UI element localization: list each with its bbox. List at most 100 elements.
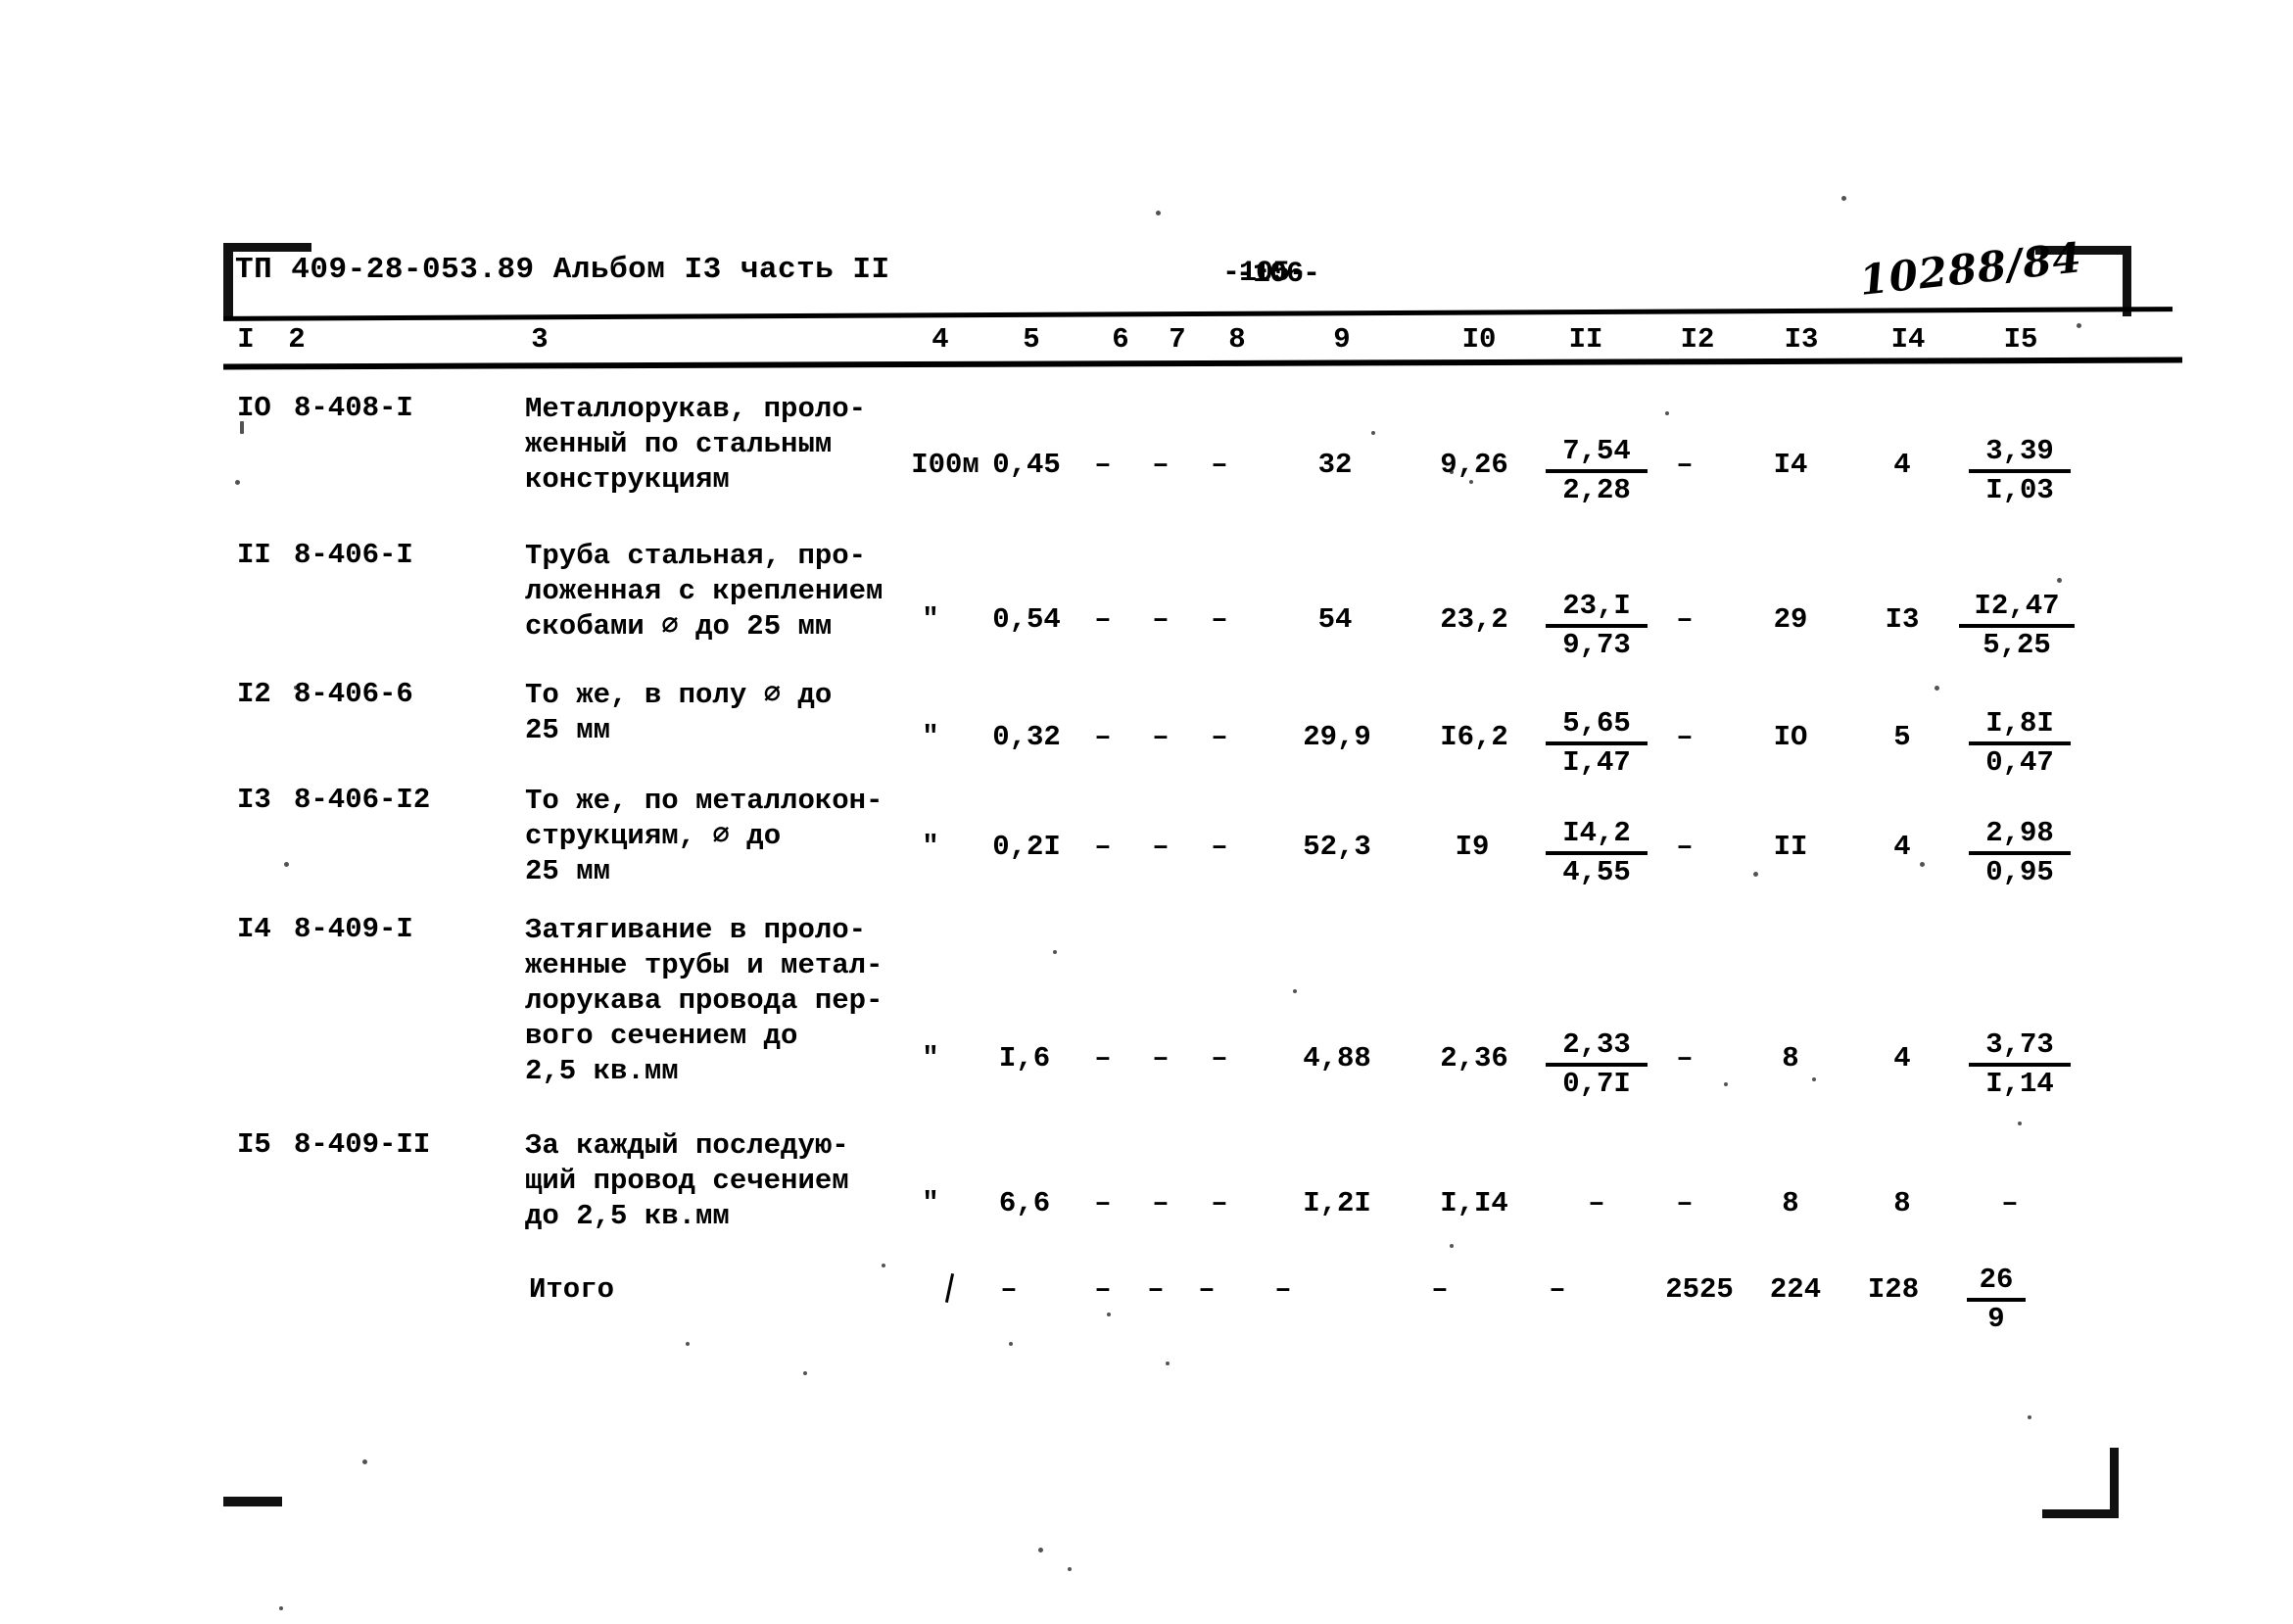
scan-speckle [1935, 686, 1939, 691]
total-col11: – [1549, 1273, 1566, 1306]
total-col12: 2525 [1665, 1273, 1734, 1306]
scan-speckle [1450, 470, 1454, 474]
frame-bracket-top-right-vertical [2123, 246, 2131, 316]
scan-speckle [686, 1342, 690, 1346]
row-col6: – [1094, 831, 1112, 863]
scan-speckle [1665, 411, 1669, 415]
row-col6: – [1094, 603, 1112, 636]
column-header-2: 2 [288, 323, 306, 356]
row-col11: – [1588, 1187, 1605, 1219]
row-col8: – [1211, 831, 1228, 863]
row-col8: – [1211, 1187, 1228, 1219]
row-col13: 8 [1782, 1042, 1799, 1075]
row-col15-top: I2,47 [1974, 590, 2060, 622]
row-col5: 0,2I [992, 831, 1061, 863]
row-col13: 29 [1773, 603, 1808, 636]
scan-speckle [1068, 1567, 1072, 1571]
row-col15-bottom: I,14 [1985, 1068, 2054, 1100]
row-col15-top: 3,73 [1985, 1028, 2054, 1061]
row-item-number: I2 [237, 678, 271, 710]
row-col9: 52,3 [1303, 831, 1371, 863]
row-norm-code: 8-409-I [294, 913, 413, 945]
row-col11-bottom: 2,28 [1562, 474, 1631, 506]
handwritten-archive-stamp: 10288/84 [1857, 233, 2084, 305]
frame-bracket-bottom-right-horizontal [2042, 1509, 2119, 1518]
row-col5: 6,6 [998, 1187, 1051, 1219]
row-col11-fraction: 23,I 9,73 [1546, 590, 1648, 662]
stray-pen-mark [944, 1273, 955, 1303]
fraction-bar [1546, 1063, 1648, 1067]
row-col15-fraction: 3,73 I,14 [1969, 1028, 2071, 1101]
scan-speckle [294, 686, 298, 690]
row-col10: I9 [1455, 831, 1490, 863]
row-col14: 4 [1893, 449, 1911, 481]
scan-speckle [235, 480, 240, 485]
row-unit: I00м [911, 449, 979, 481]
row-norm-code: 8-406-I [294, 539, 413, 571]
row-col11-top: 2,33 [1562, 1028, 1631, 1061]
row-col11-fraction: 7,54 2,28 [1546, 435, 1648, 507]
row-col15-fraction: 2,98 0,95 [1969, 817, 2071, 889]
row-col8: – [1211, 603, 1228, 636]
row-col12: – [1676, 1042, 1694, 1075]
fraction-bar [1969, 1063, 2071, 1067]
fraction-bar [1967, 1298, 2026, 1302]
total-col6: – [1094, 1273, 1112, 1306]
scan-speckle [1724, 1082, 1728, 1086]
row-col15-top: I,8I [1985, 707, 2054, 740]
row-col7: – [1152, 603, 1170, 636]
scan-speckle [1107, 1313, 1111, 1316]
scan-speckle [1053, 950, 1057, 954]
row-description: За каждый последую- щий провод сечением … [525, 1129, 849, 1232]
column-header-3: 3 [531, 323, 549, 356]
row-col13: I4 [1773, 449, 1808, 481]
scan-speckle [1166, 1361, 1170, 1365]
column-header-13: I3 [1784, 323, 1819, 356]
column-header-8: 8 [1228, 323, 1246, 356]
scan-speckle [803, 1371, 807, 1375]
scan-speckle [279, 1606, 283, 1610]
row-description: Затягивание в проло- женные трубы и мета… [525, 914, 884, 1087]
row-col11-bottom: 0,7I [1562, 1068, 1631, 1100]
row-item-number: I4 [237, 913, 271, 945]
scan-speckle [362, 1459, 367, 1464]
row-col11-fraction: I4,2 4,55 [1546, 817, 1648, 889]
row-col15-top: 3,39 [1985, 435, 2054, 467]
total-col15-bottom: 9 [1987, 1303, 2005, 1335]
row-col5: 0,32 [992, 721, 1061, 753]
row-col14: 4 [1893, 831, 1911, 863]
scan-speckle [1293, 989, 1297, 993]
fraction-bar [1969, 741, 2071, 745]
fraction-bar [1546, 741, 1648, 745]
scan-speckle [2077, 323, 2081, 328]
row-description: То же, по металлокон- струкциям, ⌀ до 25… [525, 785, 884, 887]
row-col10: 2,36 [1440, 1042, 1508, 1075]
frame-bracket-bottom-left-dash [223, 1497, 282, 1506]
row-unit: " [922, 831, 939, 863]
row-col15-fraction: 3,39 I,03 [1969, 435, 2071, 507]
frame-bracket-bottom-right-vertical [2110, 1448, 2119, 1518]
scanned-document-page: ТП 409-28-053.89 Альбом I3 часть II -105… [0, 0, 2293, 1624]
column-header-12: I2 [1680, 323, 1715, 356]
row-col15: – [2001, 1187, 2019, 1219]
row-col5: 0,54 [992, 603, 1061, 636]
row-col9: 32 [1317, 449, 1353, 481]
row-col5: 0,45 [992, 449, 1061, 481]
row-col14: 4 [1893, 1042, 1911, 1075]
row-col10: 23,2 [1440, 603, 1508, 636]
row-col10: I6,2 [1440, 721, 1508, 753]
total-col8: – [1198, 1273, 1216, 1306]
row-col11-bottom: 4,55 [1562, 856, 1631, 888]
row-col8: – [1211, 721, 1228, 753]
total-col13: 224 [1769, 1273, 1822, 1306]
row-unit: " [922, 603, 939, 636]
row-col11-fraction: 5,65 I,47 [1546, 707, 1648, 780]
row-col10: 9,26 [1440, 449, 1508, 481]
row-col7: – [1152, 721, 1170, 753]
scan-speckle [1753, 872, 1758, 877]
row-col15-top: 2,98 [1985, 817, 2054, 849]
row-col12: – [1676, 603, 1694, 636]
row-description: Металлорукав, проло- женный по стальным … [525, 393, 867, 496]
scan-speckle [1841, 196, 1846, 201]
column-header-15: I5 [2003, 323, 2038, 356]
